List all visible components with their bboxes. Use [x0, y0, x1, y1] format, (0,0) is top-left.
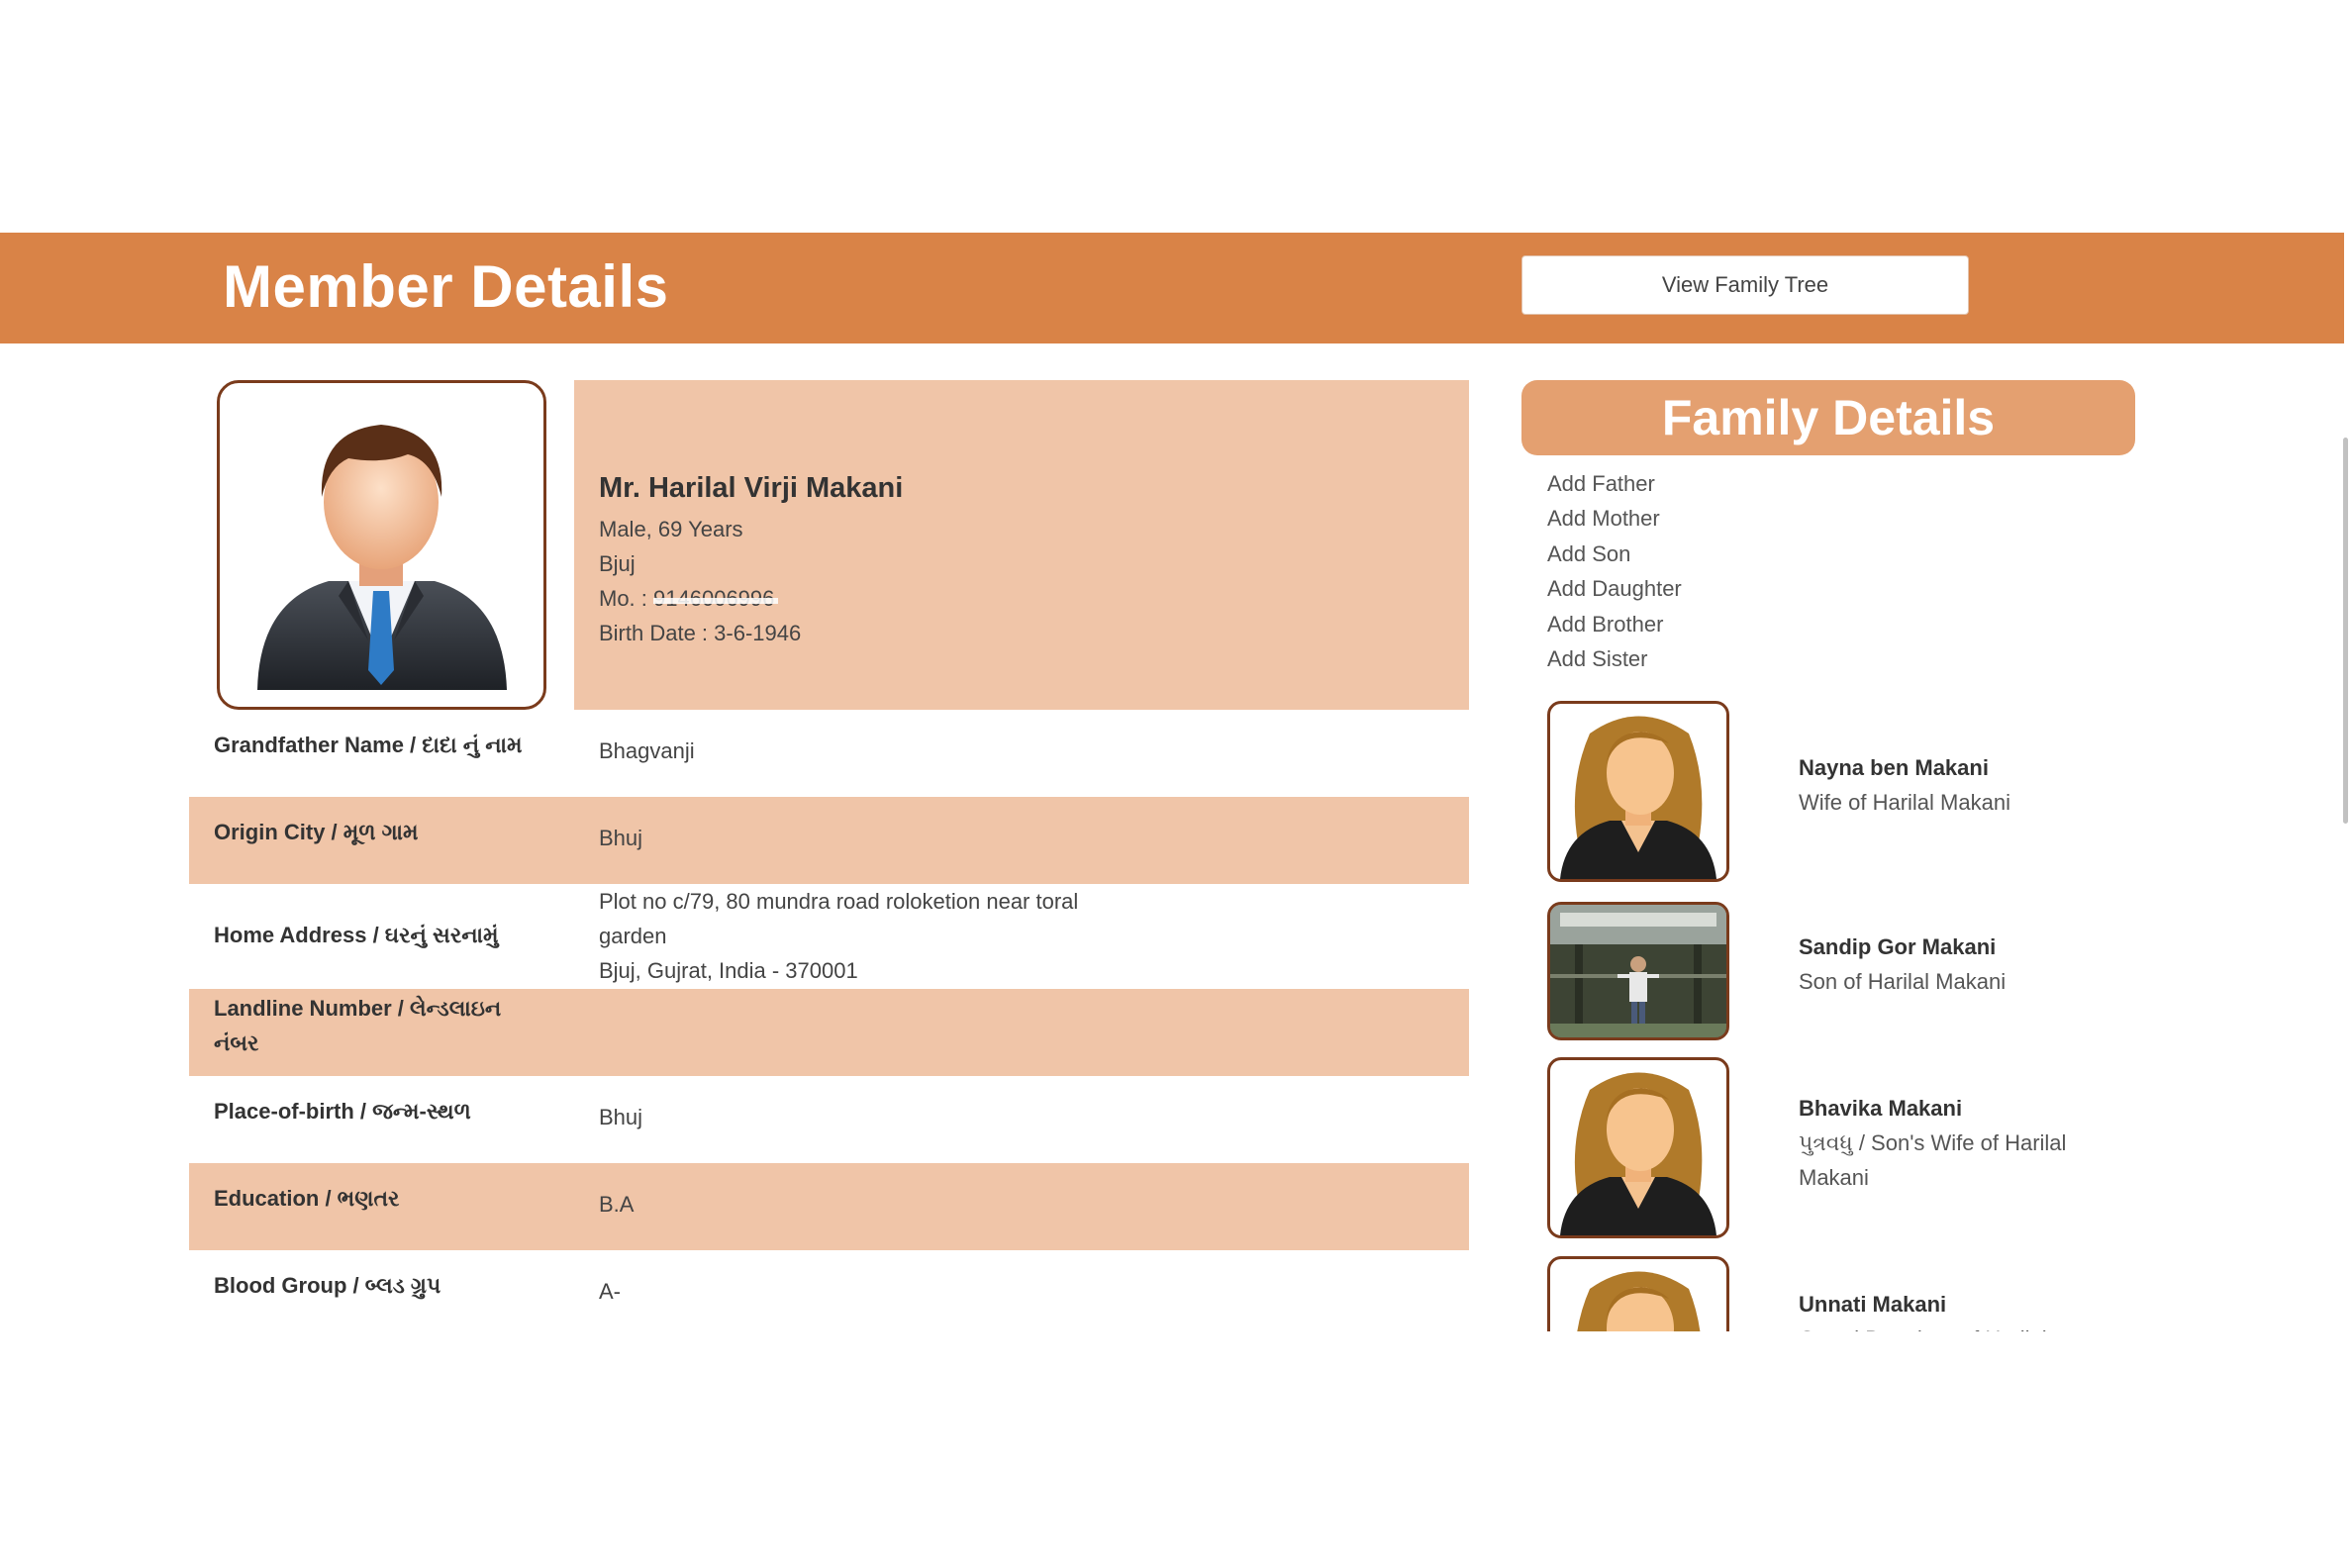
family-member-name[interactable]: Unnati Makani — [1799, 1292, 1946, 1318]
detail-row-place-of-birth: Place-of-birth / જન્મ-સ્થળ Bhuj — [189, 1076, 1469, 1163]
content-area: Mr. Harilal Virji Makani Male, 69 Years … — [0, 343, 2352, 1331]
female-avatar-icon — [1560, 1072, 1716, 1235]
male-avatar-icon — [257, 425, 507, 690]
detail-row-landline: Landline Number / લેન્ડલાઇન નંબર — [189, 989, 1469, 1076]
family-member-name[interactable]: Nayna ben Makani — [1799, 755, 1989, 781]
member-gender-age: Male, 69 Years — [599, 517, 743, 541]
add-son-link[interactable]: Add Son — [1547, 537, 1682, 571]
member-birth-date: Birth Date : 3-6-1946 — [599, 621, 802, 645]
detail-row-grandfather: Grandfather Name / દાદા નું નામ Bhagvanj… — [189, 710, 1469, 797]
detail-label: Place-of-birth / જન્મ-સ્થળ — [214, 1099, 471, 1124]
add-sister-link[interactable]: Add Sister — [1547, 641, 1682, 676]
page-title: Member Details — [223, 253, 669, 320]
address-line: garden — [599, 924, 667, 948]
page: Member Details View Family Tree Mr. Hari… — [0, 0, 2352, 1568]
family-details-header: Family Details — [1521, 380, 2135, 455]
family-member-relation: Grand Daughter of Harilal — [1799, 1322, 2125, 1331]
detail-value: Bhagvanji — [599, 738, 695, 763]
detail-row-home-address: Home Address / ઘરનું સરનામું Plot no c/7… — [189, 884, 1469, 989]
family-member-photo[interactable] — [1547, 1057, 1729, 1238]
detail-value: A- — [599, 1279, 621, 1304]
mobile-value: 9146006996 — [653, 586, 779, 611]
member-details-header: Member Details View Family Tree — [0, 233, 2344, 343]
detail-label: Grandfather Name / દાદા નું નામ — [214, 733, 523, 757]
add-daughter-link[interactable]: Add Daughter — [1547, 571, 1682, 606]
view-family-tree-button[interactable]: View Family Tree — [1521, 255, 1969, 315]
female-avatar-icon — [1577, 1271, 1701, 1331]
man-standing-photo-icon — [1550, 905, 1726, 1037]
family-member-photo[interactable] — [1547, 902, 1729, 1040]
detail-label: Education / ભણતર — [214, 1186, 400, 1211]
detail-value: Plot no c/79, 80 mundra road roloketion … — [599, 884, 1078, 988]
label-line: Landline Number / લેન્ડલાઇન — [214, 996, 502, 1021]
add-father-link[interactable]: Add Father — [1547, 466, 1682, 501]
detail-value: B.A — [599, 1192, 635, 1217]
member-info-panel: Mr. Harilal Virji Makani Male, 69 Years … — [574, 380, 1469, 710]
detail-label: Home Address / ઘરનું સરનામું — [214, 923, 499, 947]
family-member-relation: Son of Harilal Makani — [1799, 969, 2007, 994]
detail-value: Bhuj — [599, 826, 643, 850]
detail-label: Landline Number / લેન્ડલાઇન નંબર — [214, 991, 501, 1060]
detail-label: Blood Group / બ્લડ ગ્રુપ — [214, 1273, 441, 1298]
add-relative-list: Add Father Add Mother Add Son Add Daught… — [1547, 466, 1682, 676]
address-line: Plot no c/79, 80 mundra road roloketion … — [599, 889, 1079, 914]
detail-value: Bhuj — [599, 1105, 643, 1129]
label-line: નંબર — [214, 1030, 259, 1055]
member-name: Mr. Harilal Virji Makani — [599, 472, 904, 504]
family-member-name[interactable]: Bhavika Makani — [1799, 1096, 1962, 1122]
detail-row-education: Education / ભણતર B.A — [189, 1163, 1469, 1250]
family-member-relation: Wife of Harilal Makani — [1799, 790, 2010, 815]
member-mobile: Mo. : 9146006996 — [599, 586, 779, 612]
female-avatar-icon — [1560, 716, 1716, 879]
family-member-name[interactable]: Sandip Gor Makani — [1799, 934, 1996, 960]
add-brother-link[interactable]: Add Brother — [1547, 607, 1682, 641]
family-member-photo[interactable] — [1547, 1256, 1729, 1331]
member-avatar — [217, 380, 546, 710]
member-city: Bjuj — [599, 551, 636, 576]
detail-label: Origin City / મૂળ ગામ — [214, 820, 419, 844]
detail-row-blood-group: Blood Group / બ્લડ ગ્રુપ A- — [189, 1250, 1469, 1331]
detail-row-origin-city: Origin City / મૂળ ગામ Bhuj — [189, 797, 1469, 884]
family-member-photo[interactable] — [1547, 701, 1729, 882]
mobile-label: Mo. : — [599, 586, 647, 611]
address-line: Bjuj, Gujrat, India - 370001 — [599, 958, 858, 983]
family-member-relation: પુત્રવધુ / Son's Wife of Harilal Makani — [1799, 1130, 2067, 1190]
add-mother-link[interactable]: Add Mother — [1547, 501, 1682, 536]
